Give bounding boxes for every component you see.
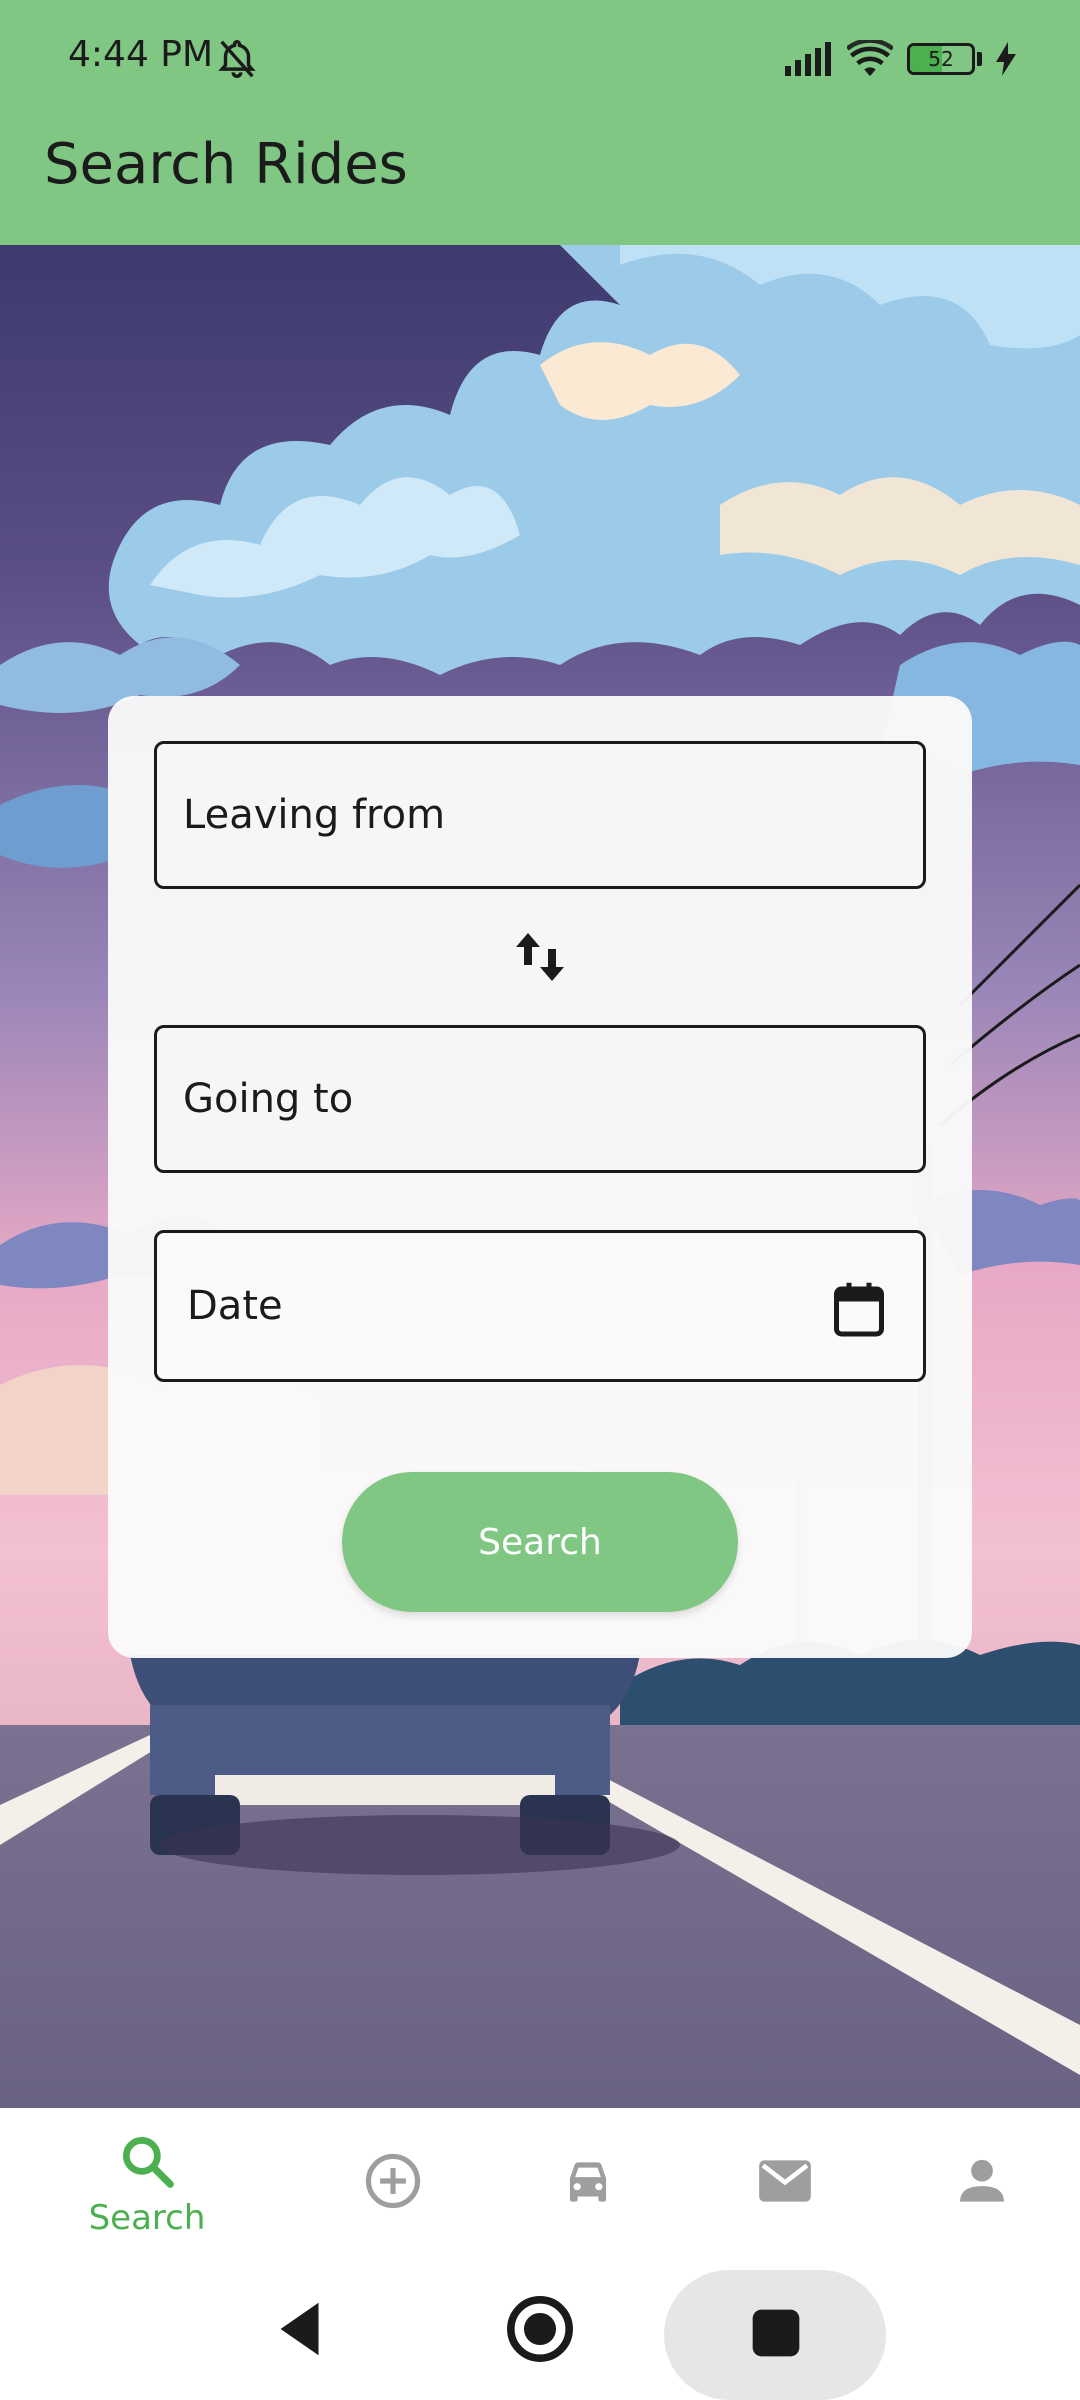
search-card: Leaving from Going to Date Search [108, 696, 972, 1658]
leaving-from-field[interactable]: Leaving from [154, 741, 926, 889]
status-icons: 52 [785, 36, 1016, 82]
calendar-icon[interactable] [829, 1279, 889, 1339]
battery-tip [977, 52, 982, 66]
wifi-icon [847, 40, 893, 77]
nav-item-offer-ride[interactable] [333, 2150, 453, 2270]
home-icon[interactable] [505, 2294, 575, 2364]
leaving-from-placeholder: Leaving from [183, 792, 446, 838]
search-button[interactable]: Search [342, 1472, 738, 1612]
add-circle-icon [365, 2153, 421, 2209]
charging-icon [996, 42, 1016, 76]
going-to-placeholder: Going to [183, 1076, 354, 1122]
battery-icon: 52 [907, 43, 975, 75]
search-icon [122, 2136, 174, 2188]
back-icon[interactable] [266, 2294, 336, 2364]
nav-item-messages[interactable] [725, 2150, 845, 2270]
page-title: Search Rides [44, 132, 408, 197]
system-navigation-bar [0, 2258, 1080, 2400]
app-bar: 4:44 PM 52 Search Rides [0, 0, 1080, 245]
status-time: 4:44 PM [68, 34, 214, 75]
mail-icon [759, 2160, 811, 2202]
date-field[interactable]: Date [154, 1230, 926, 1382]
date-placeholder: Date [187, 1283, 283, 1329]
mute-notifications-icon [218, 40, 256, 78]
status-bar: 4:44 PM 52 [0, 0, 1080, 120]
person-icon [960, 2159, 1004, 2202]
swap-vertical-icon[interactable] [510, 929, 570, 985]
nav-item-my-rides[interactable] [528, 2150, 648, 2270]
nav-label-search: Search [88, 2198, 206, 2238]
recents-icon[interactable] [741, 2298, 811, 2368]
going-to-field[interactable]: Going to [154, 1025, 926, 1173]
nav-item-search[interactable]: Search [87, 2130, 207, 2250]
signal-icon [785, 42, 831, 76]
battery-level: 52 [928, 47, 954, 71]
nav-item-profile[interactable] [922, 2150, 1042, 2270]
car-icon [569, 2162, 607, 2202]
bottom-navigation: Search [0, 2108, 1080, 2258]
